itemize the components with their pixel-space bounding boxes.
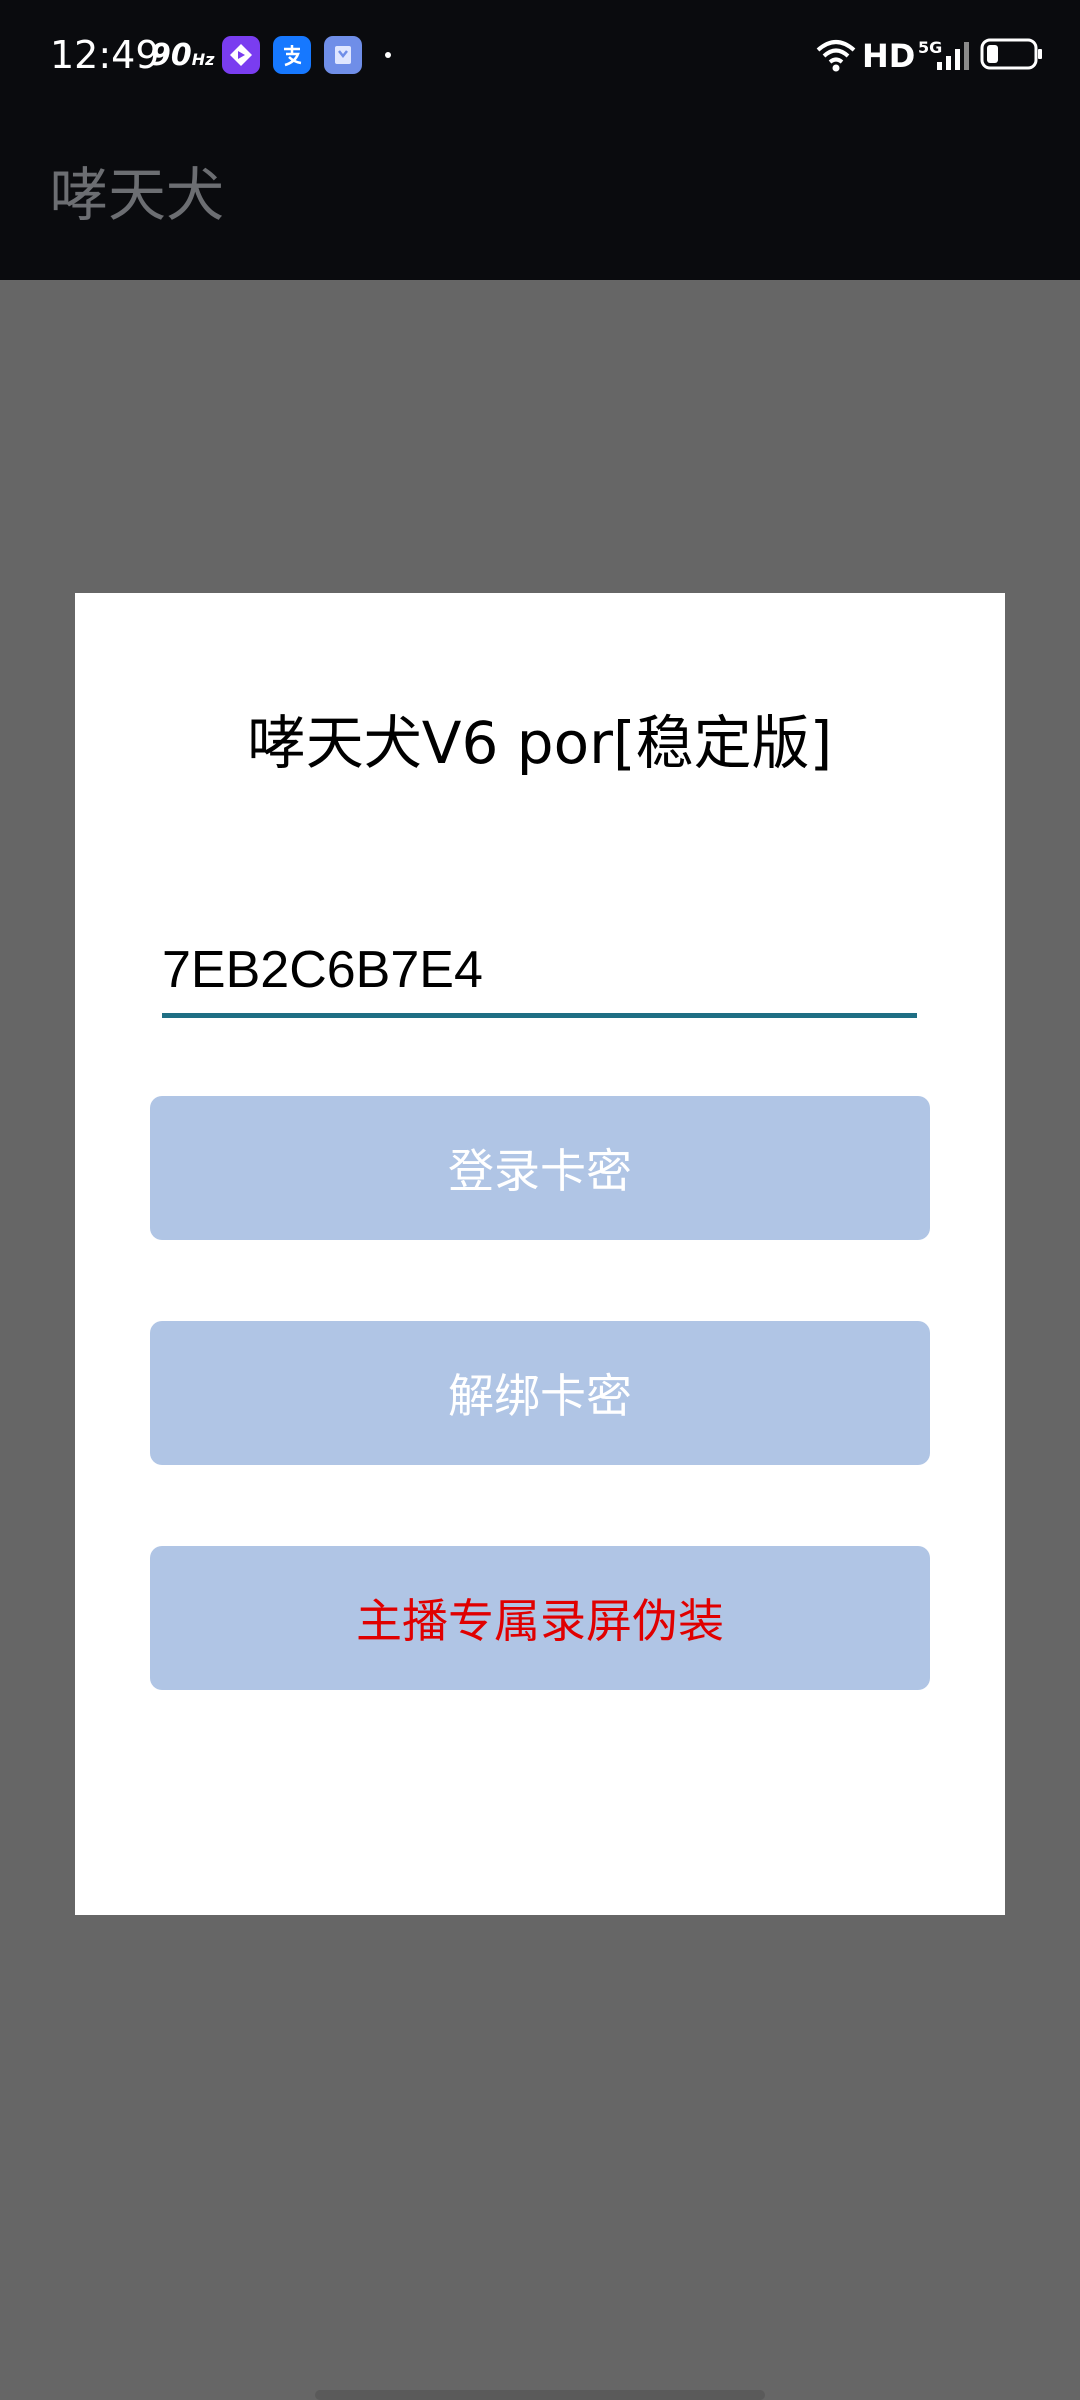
store-app-icon [324, 36, 362, 74]
battery-icon [980, 38, 1042, 70]
login-dialog: 哮天犬V6 por[稳定版] 登录卡密 解绑卡密 主播专属录屏伪装 [75, 593, 1005, 1915]
card-key-input[interactable] [162, 933, 917, 1018]
gesture-nav-handle[interactable] [315, 2390, 765, 2400]
login-card-button[interactable]: 登录卡密 [150, 1096, 930, 1240]
app-bar: 哮天犬 [0, 110, 1080, 280]
notification-dot-icon [385, 52, 391, 58]
refresh-rate-unit: Hz [191, 50, 215, 69]
app-title: 哮天犬 [50, 161, 225, 229]
video-app-icon [222, 36, 260, 74]
refresh-rate-indicator: 90Hz [150, 34, 214, 82]
alipay-icon [273, 36, 311, 74]
streamer-screen-record-disguise-button[interactable]: 主播专属录屏伪装 [150, 1546, 930, 1690]
status-time: 12:49 [50, 33, 160, 77]
network-hd-label: HD [862, 37, 916, 75]
wifi-icon [816, 40, 856, 72]
status-bar: 12:49 90Hz HD 5G [0, 0, 1080, 110]
signal-strength-icon [937, 42, 969, 70]
unbind-card-button[interactable]: 解绑卡密 [150, 1321, 930, 1465]
dialog-title: 哮天犬V6 por[稳定版] [247, 709, 833, 777]
refresh-rate-value: 90 [150, 38, 192, 73]
screen: 12:49 90Hz HD 5G 哮天犬 哮天犬V6 por[稳定版] 7EB2… [0, 0, 1080, 2400]
